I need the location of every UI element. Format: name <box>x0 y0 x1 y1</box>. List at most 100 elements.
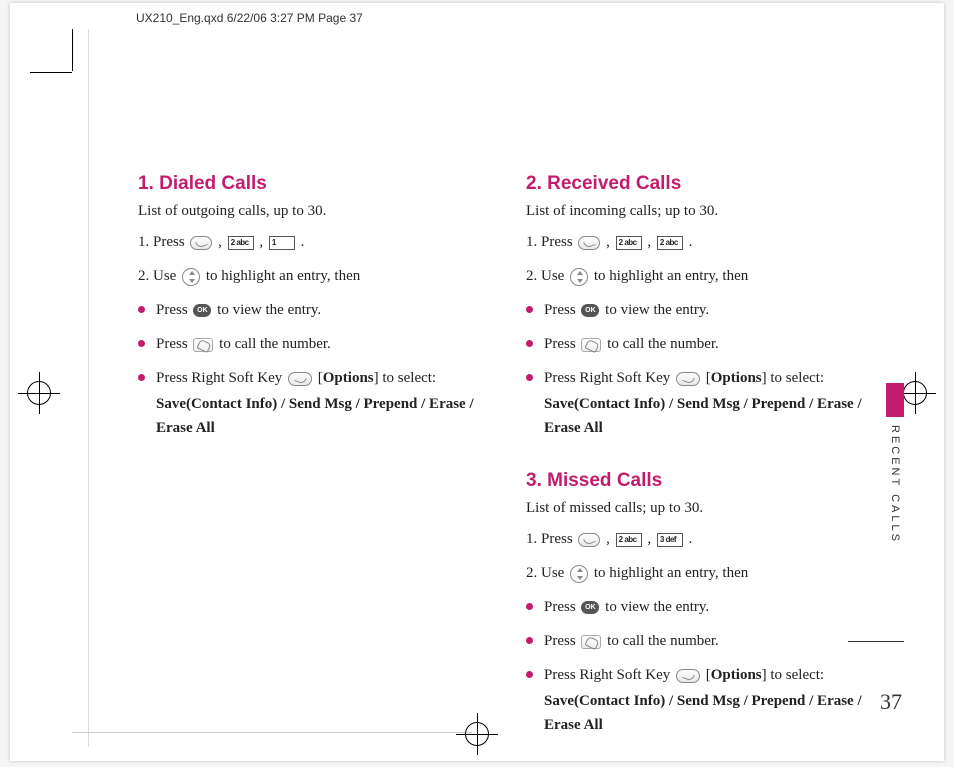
text: , <box>218 234 226 250</box>
text: Press <box>544 336 579 352</box>
key-2-icon: 2 abc <box>657 236 683 250</box>
nav-key-icon <box>570 268 588 286</box>
page-number: 37 <box>880 689 902 715</box>
section-side-label: RECENT CALLS <box>889 425 901 544</box>
key-1-icon: 1 <box>269 236 295 250</box>
section-desc: List of incoming calls; up to 30. <box>526 203 878 220</box>
send-key-icon <box>581 635 601 649</box>
text: . <box>301 234 305 250</box>
text: , <box>647 531 655 547</box>
crop-mark <box>72 29 73 71</box>
step-2: 2. Use to highlight an entry, then <box>526 264 878 288</box>
registration-mark-icon <box>900 378 930 408</box>
text: to highlight an entry, then <box>206 268 360 284</box>
text: 1. Press <box>526 531 576 547</box>
text: Press <box>544 633 579 649</box>
text: ] to select: <box>762 370 824 386</box>
right-soft-key-icon <box>288 372 312 386</box>
options-label: Options <box>711 370 762 386</box>
step-1: 1. Press , 2 abc , 2 abc . <box>526 230 878 254</box>
text: to call the number. <box>607 633 719 649</box>
options-label: Options <box>323 370 374 386</box>
options-label: Options <box>711 667 762 683</box>
bullet-call: Press to call the number. <box>138 332 490 356</box>
left-soft-key-icon <box>190 236 212 250</box>
manual-page: UX210_Eng.qxd 6/22/06 3:27 PM Page 37 1.… <box>10 3 944 761</box>
ok-key-icon: OK <box>581 304 599 317</box>
left-soft-key-icon <box>578 236 600 250</box>
right-soft-key-icon <box>676 669 700 683</box>
section-desc: List of outgoing calls, up to 30. <box>138 203 490 220</box>
section-title: 1. Dialed Calls <box>138 173 490 195</box>
section-desc: List of missed calls; up to 30. <box>526 500 878 517</box>
right-column: 2. Received Calls List of incoming calls… <box>526 173 878 767</box>
text: to view the entry. <box>605 599 709 615</box>
bullet-options: Press Right Soft Key [Options] to select… <box>526 663 878 737</box>
text: , <box>606 234 614 250</box>
nav-key-icon <box>182 268 200 286</box>
ok-key-icon: OK <box>193 304 211 317</box>
text: 2. Use <box>138 268 180 284</box>
key-2-icon: 2 abc <box>616 533 642 547</box>
text: Press Right Soft Key <box>156 370 286 386</box>
send-key-icon <box>581 338 601 352</box>
text: Press Right Soft Key <box>544 667 674 683</box>
step-2: 2. Use to highlight an entry, then <box>138 264 490 288</box>
bullet-view: Press OK to view the entry. <box>526 595 878 619</box>
text: Press <box>156 302 191 318</box>
options-list: Save(Contact Info) / Send Msg / Prepend … <box>156 392 490 440</box>
text: to highlight an entry, then <box>594 268 748 284</box>
bullet-options: Press Right Soft Key [Options] to select… <box>526 366 878 440</box>
text: , <box>606 531 614 547</box>
text: Press <box>544 599 579 615</box>
bullet-call: Press to call the number. <box>526 332 878 356</box>
bullet-view: Press OK to view the entry. <box>526 298 878 322</box>
section-missed-calls: 3. Missed Calls List of missed calls; up… <box>526 470 878 737</box>
step-1: 1. Press , 2 abc , 3 def . <box>526 527 878 551</box>
text: ] to select: <box>374 370 436 386</box>
options-list: Save(Contact Info) / Send Msg / Prepend … <box>544 392 878 440</box>
text: , <box>259 234 267 250</box>
bullet-view: Press OK to view the entry. <box>138 298 490 322</box>
step-2: 2. Use to highlight an entry, then <box>526 561 878 585</box>
text: to highlight an entry, then <box>594 565 748 581</box>
text: . <box>689 531 693 547</box>
text: ] to select: <box>762 667 824 683</box>
text: to call the number. <box>219 336 331 352</box>
text: Press Right Soft Key <box>544 370 674 386</box>
print-job-header: UX210_Eng.qxd 6/22/06 3:27 PM Page 37 <box>136 11 363 25</box>
section-title: 2. Received Calls <box>526 173 878 195</box>
text: Press <box>544 302 579 318</box>
section-tab <box>886 383 904 417</box>
bullet-call: Press to call the number. <box>526 629 878 653</box>
text: Press <box>156 336 191 352</box>
crop-mark <box>30 72 72 73</box>
text: 1. Press <box>526 234 576 250</box>
nav-key-icon <box>570 565 588 583</box>
text: to view the entry. <box>217 302 321 318</box>
text: 2. Use <box>526 565 568 581</box>
ok-key-icon: OK <box>581 601 599 614</box>
section-dialed-calls: 1. Dialed Calls List of outgoing calls, … <box>138 173 490 440</box>
side-rule <box>848 641 904 642</box>
key-2-icon: 2 abc <box>616 236 642 250</box>
text: 2. Use <box>526 268 568 284</box>
margin-guide <box>88 29 89 747</box>
text: to view the entry. <box>605 302 709 318</box>
text: . <box>689 234 693 250</box>
page-content: 1. Dialed Calls List of outgoing calls, … <box>138 173 878 767</box>
section-received-calls: 2. Received Calls List of incoming calls… <box>526 173 878 440</box>
text: 1. Press <box>138 234 188 250</box>
text: , <box>647 234 655 250</box>
send-key-icon <box>193 338 213 352</box>
key-3-icon: 3 def <box>657 533 683 547</box>
left-column: 1. Dialed Calls List of outgoing calls, … <box>138 173 490 767</box>
text: to call the number. <box>607 336 719 352</box>
registration-mark-icon <box>24 378 54 408</box>
options-list: Save(Contact Info) / Send Msg / Prepend … <box>544 689 878 737</box>
key-2-icon: 2 abc <box>228 236 254 250</box>
right-soft-key-icon <box>676 372 700 386</box>
section-title: 3. Missed Calls <box>526 470 878 492</box>
step-1: 1. Press , 2 abc , 1 . <box>138 230 490 254</box>
bullet-options: Press Right Soft Key [Options] to select… <box>138 366 490 440</box>
